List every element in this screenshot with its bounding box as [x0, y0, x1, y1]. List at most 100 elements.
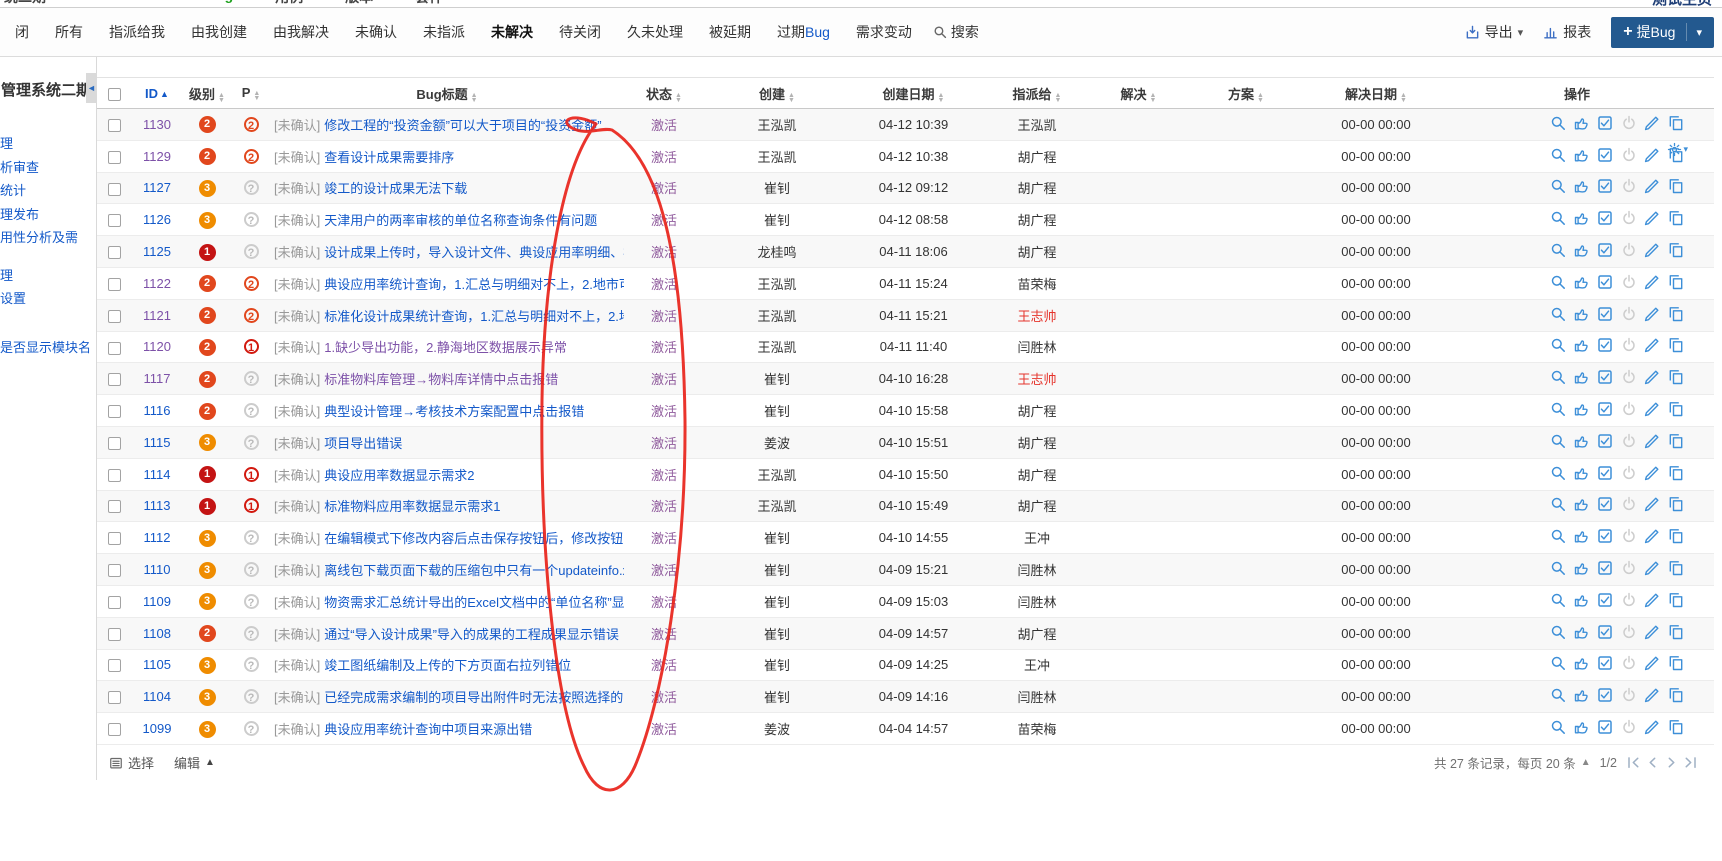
assign-bug-icon[interactable] [1574, 719, 1590, 738]
column-header[interactable]: 创建▲▲▼ [704, 77, 850, 109]
edit-bug-icon[interactable] [1644, 178, 1660, 197]
resolve-bug-icon[interactable] [1597, 465, 1613, 484]
resolve-bug-icon[interactable] [1597, 147, 1613, 166]
confirm-bug-icon[interactable] [1550, 337, 1566, 356]
search-tab[interactable]: 搜索 [933, 22, 979, 42]
filter-tab[interactable]: 未解决 [478, 22, 546, 42]
edit-bug-icon[interactable] [1644, 115, 1660, 134]
copy-bug-icon[interactable] [1668, 242, 1684, 261]
bug-id-link[interactable]: 1105 [143, 657, 171, 672]
bug-id-link[interactable]: 1110 [144, 562, 171, 577]
topbar-menu-item[interactable]: Bug [206, 0, 233, 3]
export-button[interactable]: 导出 ▾ [1465, 22, 1523, 42]
bug-title-link[interactable]: 标准化设计成果统计查询，1.汇总与明细对不上，2.地 [324, 309, 624, 324]
bug-title-link[interactable]: 1.缺少导出功能，2.静海地区数据展示异常 [324, 340, 567, 355]
bug-title-link[interactable]: 离线包下载页面下载的压缩包中只有一个updateinfo.xm [324, 563, 624, 578]
copy-bug-icon[interactable] [1668, 528, 1684, 547]
copy-bug-icon[interactable] [1668, 369, 1684, 388]
row-checkbox[interactable] [108, 723, 121, 737]
row-checkbox[interactable] [108, 500, 121, 514]
confirm-bug-icon[interactable] [1550, 115, 1566, 134]
confirm-bug-icon[interactable] [1550, 624, 1566, 643]
column-header[interactable]: 操作▲▲▼ [1440, 77, 1714, 109]
close-bug-icon[interactable] [1621, 147, 1637, 166]
bug-title-link[interactable]: 修改工程的“投资金额”可以大于项目的“投资金额” [324, 118, 601, 133]
bug-id-link[interactable]: 1109 [143, 594, 171, 609]
assign-bug-icon[interactable] [1574, 624, 1590, 643]
column-header[interactable]: 状态▲▲▼ [624, 77, 704, 109]
edit-bug-icon[interactable] [1644, 528, 1660, 547]
assign-bug-icon[interactable] [1574, 465, 1590, 484]
edit-bug-icon[interactable] [1644, 465, 1660, 484]
bug-title-link[interactable]: 查看设计成果需要排序 [324, 150, 454, 165]
filter-tab[interactable]: 过期Bug [764, 22, 843, 42]
bug-title-link[interactable]: 项目导出错误 [324, 436, 402, 451]
copy-bug-icon[interactable] [1668, 624, 1684, 643]
copy-bug-icon[interactable] [1668, 306, 1684, 325]
confirm-bug-icon[interactable] [1550, 274, 1566, 293]
resolve-bug-icon[interactable] [1597, 337, 1613, 356]
assign-bug-icon[interactable] [1574, 655, 1590, 674]
confirm-bug-icon[interactable] [1550, 178, 1566, 197]
column-header[interactable]: ID▲▲▼ [132, 77, 182, 109]
close-bug-icon[interactable] [1621, 369, 1637, 388]
bug-id-link[interactable]: 1130 [143, 117, 171, 132]
filter-tab[interactable]: 闭 [2, 22, 42, 42]
edit-bug-icon[interactable] [1644, 369, 1660, 388]
toggle-module-names-link[interactable]: 是否显示模块名 [0, 337, 96, 356]
row-checkbox[interactable] [108, 691, 121, 705]
copy-bug-icon[interactable] [1668, 560, 1684, 579]
close-bug-icon[interactable] [1621, 115, 1637, 134]
bug-title-link[interactable]: 典设应用率统计查询，1.汇总与明细对不上，2.地市可 [324, 277, 624, 292]
resolve-bug-icon[interactable] [1597, 592, 1613, 611]
bug-title-link[interactable]: 典设应用率数据显示需求2 [324, 468, 474, 483]
row-checkbox[interactable] [108, 182, 121, 196]
column-header[interactable]: 解决▲▲▼ [1097, 77, 1180, 109]
copy-bug-icon[interactable] [1668, 687, 1684, 706]
filter-tab[interactable]: 由我解决 [260, 22, 342, 42]
topbar-menu-item[interactable]: 用例 [275, 0, 303, 7]
filter-tab[interactable]: 未确认 [342, 22, 410, 42]
close-bug-icon[interactable] [1621, 178, 1637, 197]
resolve-bug-icon[interactable] [1597, 306, 1613, 325]
resolve-bug-icon[interactable] [1597, 655, 1613, 674]
resolve-bug-icon[interactable] [1597, 528, 1613, 547]
assign-bug-icon[interactable] [1574, 687, 1590, 706]
edit-bug-icon[interactable] [1644, 147, 1660, 166]
close-bug-icon[interactable] [1621, 624, 1637, 643]
edit-bug-icon[interactable] [1644, 242, 1660, 261]
resolve-bug-icon[interactable] [1597, 687, 1613, 706]
topbar-menu-item[interactable]: 版本 [345, 0, 373, 7]
column-header[interactable]: Bug标题▲▲▼ [270, 77, 624, 109]
sidebar-module-link[interactable]: 理 [0, 264, 96, 288]
copy-bug-icon[interactable] [1668, 719, 1684, 738]
row-checkbox[interactable] [108, 150, 121, 164]
close-bug-icon[interactable] [1621, 337, 1637, 356]
filter-tab[interactable]: 未指派 [410, 22, 478, 42]
row-checkbox[interactable] [108, 118, 121, 132]
confirm-bug-icon[interactable] [1550, 433, 1566, 452]
bug-title-link[interactable]: 通过“导入设计成果”导入的成果的工程成果显示错误 [324, 627, 619, 642]
assign-bug-icon[interactable] [1574, 401, 1590, 420]
row-checkbox[interactable] [108, 468, 121, 482]
assign-bug-icon[interactable] [1574, 178, 1590, 197]
bug-id-link[interactable]: 1125 [143, 244, 171, 259]
sidebar-module-link[interactable]: 理 [0, 132, 96, 156]
row-checkbox[interactable] [108, 405, 121, 419]
filter-tab[interactable]: 久未处理 [614, 22, 696, 42]
row-checkbox[interactable] [108, 277, 121, 291]
edit-bug-icon[interactable] [1644, 687, 1660, 706]
resolve-bug-icon[interactable] [1597, 433, 1613, 452]
confirm-bug-icon[interactable] [1550, 369, 1566, 388]
close-bug-icon[interactable] [1621, 465, 1637, 484]
close-bug-icon[interactable] [1621, 306, 1637, 325]
first-page-button[interactable] [1626, 755, 1641, 770]
bug-id-link[interactable]: 1116 [144, 403, 171, 418]
confirm-bug-icon[interactable] [1550, 528, 1566, 547]
confirm-bug-icon[interactable] [1550, 147, 1566, 166]
report-button[interactable]: 报表 [1543, 22, 1591, 42]
resolve-bug-icon[interactable] [1597, 560, 1613, 579]
resolve-bug-icon[interactable] [1597, 624, 1613, 643]
create-bug-button[interactable]: + 提Bug ▾ [1611, 16, 1714, 48]
assign-bug-icon[interactable] [1574, 560, 1590, 579]
